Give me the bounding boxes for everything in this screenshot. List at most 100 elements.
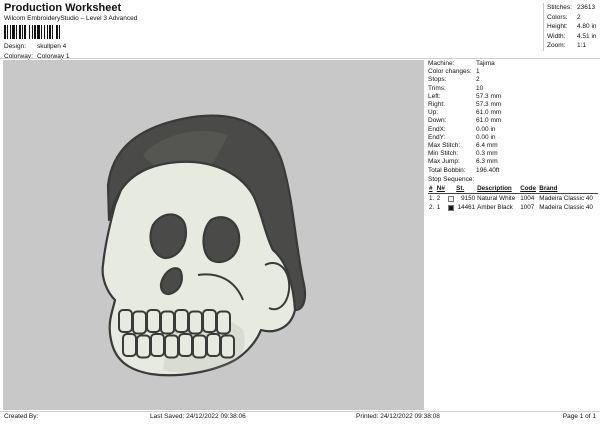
stop-needle: 1	[436, 204, 441, 212]
tooth	[188, 310, 203, 335]
right-eye-socket	[202, 216, 241, 264]
info-label: EndY:	[428, 133, 446, 141]
tooth	[146, 309, 161, 333]
info-value: 61.0 mm	[476, 109, 502, 117]
stop-brand: Madeira Classic 40	[538, 193, 598, 204]
info-value: 61.0 mm	[476, 117, 502, 125]
tooth	[178, 333, 193, 357]
summary-row: Width: 4.51 in	[547, 32, 597, 42]
stop-sequence-heading: Stop Sequence:	[428, 175, 475, 183]
header-divider	[0, 58, 600, 59]
info-label: Max Stitch:	[428, 142, 461, 150]
info-value: 6.4 mm	[476, 142, 498, 150]
col-code: Code	[520, 185, 536, 193]
info-row: Up: 61.0 mm	[428, 109, 598, 117]
tooth	[132, 310, 147, 335]
printed-date: Printed: 24/12/2022 09:38:08	[356, 413, 440, 420]
color-swatch	[447, 204, 454, 211]
info-value: 0.3 mm	[476, 150, 498, 158]
summary-value: 1:1	[577, 42, 587, 49]
info-value: 196.40ft	[476, 166, 500, 174]
stop-sequence-table: # N# St. Description Code Brand 1. 2 915…	[428, 185, 598, 212]
info-label: Up:	[428, 109, 439, 117]
info-row: Machine: Tajima	[428, 60, 598, 68]
tooth	[216, 310, 231, 335]
info-row: Left: 57.3 mm	[428, 93, 598, 101]
skull-embroidery-image	[101, 114, 307, 377]
tooth	[164, 334, 179, 359]
summary-value: 4.80 in	[577, 23, 597, 30]
design-label: Design:	[4, 43, 27, 50]
summary-row: Stitches: 23613	[547, 3, 597, 13]
info-label: Min Stitch:	[428, 150, 459, 158]
summary-row: Zoom: 1:1	[547, 41, 597, 51]
stop-table-header: # N# St. Description Code Brand	[428, 185, 598, 194]
summary-value: 2	[577, 13, 581, 21]
sheet-subtitle: Wilcom EmbroideryStudio – Level 3 Advanc…	[4, 15, 138, 22]
info-label: Stops:	[428, 76, 447, 84]
info-row: Stops: 2	[428, 76, 598, 84]
col-brand: Brand	[539, 185, 558, 193]
col-stitches: St.	[456, 185, 465, 193]
summary-label: Width:	[547, 32, 566, 40]
tooth	[192, 334, 207, 359]
stop-needle: 2	[435, 193, 447, 204]
info-value: Tajima	[476, 60, 495, 67]
stop-color-cell	[447, 203, 456, 212]
stop-description: Amber Black	[477, 204, 513, 212]
info-row: Down: 61.0 mm	[428, 117, 598, 125]
info-value: 10	[476, 84, 484, 92]
stop-code: 1007	[520, 204, 535, 212]
machine-info-panel: Machine: Tajima Color changes: 1 Stops: 2 T…	[428, 60, 598, 212]
created-by: Created By:	[4, 413, 39, 420]
tooth	[174, 309, 189, 333]
col-needle: N#	[436, 185, 445, 193]
info-value: 1	[476, 68, 480, 76]
tooth	[202, 309, 217, 333]
info-value: 2	[476, 76, 480, 84]
table-row: 2. 1 14461 Amber Black 1007 Madeira Clas…	[428, 203, 598, 212]
tooth	[220, 334, 235, 359]
info-label: Down:	[428, 117, 447, 125]
stop-index: 2.	[429, 204, 435, 212]
sheet-title: Production Worksheet	[4, 2, 122, 14]
col-swatch	[447, 185, 456, 194]
info-row: Max Stitch: 6.4 mm	[428, 142, 598, 150]
stop-description: Natural White	[476, 193, 520, 204]
info-value: 6.3 mm	[476, 158, 498, 166]
col-index: #	[429, 185, 433, 193]
summary-value: 4.51 in	[577, 32, 597, 40]
machine-info-list: Machine: Tajima Color changes: 1 Stops: 2 T…	[428, 60, 598, 175]
tooth	[122, 333, 137, 357]
barcode	[4, 25, 88, 39]
info-label: Color changes:	[428, 68, 472, 76]
tooth	[206, 333, 221, 357]
info-value: 0.00 in	[476, 125, 496, 133]
info-label: Left:	[428, 92, 441, 100]
tooth	[150, 333, 165, 357]
design-preview	[3, 60, 424, 410]
page-number: Page 1 of 1	[562, 413, 596, 420]
summary-row: Height: 4.80 in	[547, 22, 597, 32]
info-value: 57.3 mm	[476, 92, 502, 100]
tooth	[118, 309, 133, 333]
summary-value: 23613	[577, 4, 596, 11]
barcode-bar	[60, 25, 62, 39]
info-value: 57.3 mm	[476, 101, 502, 109]
info-label: Max Jump:	[428, 158, 460, 166]
color-swatch	[447, 195, 454, 202]
stop-stitches: 9150	[455, 193, 477, 204]
summary-label: Colors:	[547, 13, 568, 21]
info-row: EndX: 0.00 in	[428, 126, 598, 134]
stop-stitches: 14461	[457, 204, 476, 212]
stop-color-cell	[446, 193, 456, 204]
summary-label: Height:	[547, 23, 568, 30]
info-row: Total Bobbin: 196.40ft	[428, 167, 598, 175]
table-row: 1. 2 9150 Natural White 1004 Madeira Cla…	[428, 193, 598, 204]
summary-row: Colors: 2	[547, 13, 597, 23]
tooth	[160, 310, 175, 335]
info-row: EndY: 0.00 in	[428, 134, 598, 142]
info-row: Max Jump: 6.3 mm	[428, 158, 598, 166]
info-label: Total Bobbin:	[428, 166, 466, 174]
design-value: skullpen 4	[37, 43, 67, 50]
